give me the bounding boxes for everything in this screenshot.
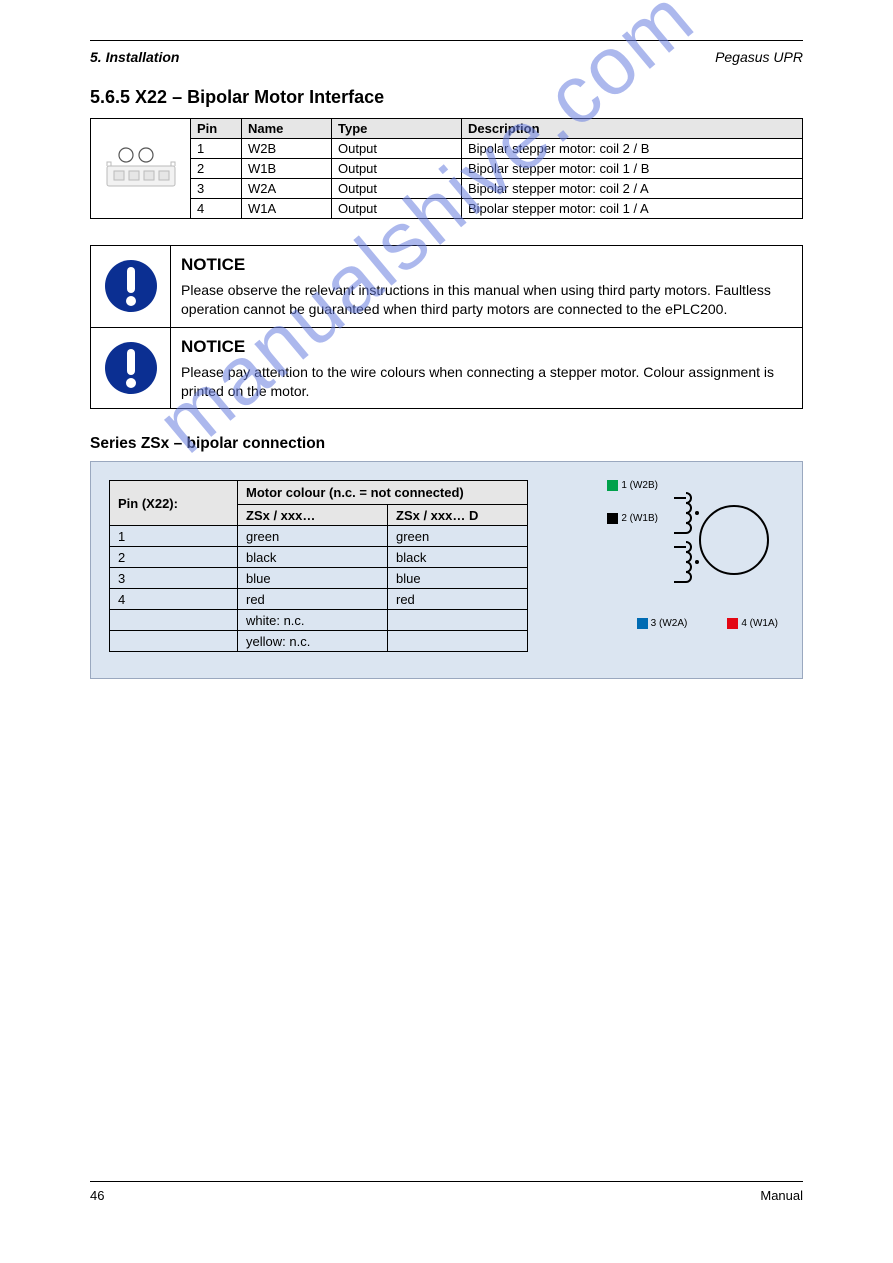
td: blue bbox=[388, 568, 528, 589]
notice-row-2: NOTICE Please pay attention to the wire … bbox=[91, 327, 802, 409]
exclamation-icon bbox=[103, 258, 159, 314]
page-header: 5. Installation Pegasus UPR bbox=[90, 49, 803, 65]
th-pin: Pin bbox=[191, 119, 241, 138]
motor-box: Pin (X22): Motor colour (n.c. = not conn… bbox=[90, 461, 803, 679]
td: black bbox=[238, 547, 388, 568]
notice-body: Please observe the relevant instructions… bbox=[181, 282, 771, 317]
square-black-icon bbox=[607, 513, 618, 524]
td: green bbox=[238, 526, 388, 547]
td: 2 bbox=[191, 158, 241, 178]
section-title: 5.6.5 X22 – Bipolar Motor Interface bbox=[90, 87, 803, 108]
td: blue bbox=[238, 568, 388, 589]
square-green-icon bbox=[607, 480, 618, 491]
td: Bipolar stepper motor: coil 2 / A bbox=[461, 178, 802, 198]
td: W1A bbox=[241, 198, 331, 218]
td: Bipolar stepper motor: coil 1 / A bbox=[461, 198, 802, 218]
td bbox=[388, 631, 528, 652]
table-row: white: n.c. bbox=[110, 610, 528, 631]
th-model2: ZSx / xxx… D bbox=[388, 505, 528, 526]
x22-connector-table: Pin Name Type Description 1 W2B Output B… bbox=[90, 118, 803, 219]
td: Output bbox=[331, 198, 461, 218]
td: red bbox=[238, 589, 388, 610]
header-product: Pegasus UPR bbox=[715, 49, 803, 65]
legend-w1b: 2 (W1B) bbox=[607, 513, 658, 524]
footer-page-number: 46 bbox=[90, 1188, 104, 1203]
table-row: 2 black black bbox=[110, 547, 528, 568]
notice-text-1: NOTICE Please observe the relevant instr… bbox=[171, 246, 802, 327]
td: 4 bbox=[191, 198, 241, 218]
connector-image bbox=[91, 119, 191, 218]
th-name: Name bbox=[241, 119, 331, 138]
connector-icon bbox=[101, 142, 181, 196]
th-pin: Pin (X22): bbox=[110, 481, 238, 526]
notice-table: NOTICE Please observe the relevant instr… bbox=[90, 245, 803, 409]
table-row: 4 red red bbox=[110, 589, 528, 610]
td: 3 bbox=[191, 178, 241, 198]
td: Bipolar stepper motor: coil 2 / B bbox=[461, 138, 802, 158]
notice-row-1: NOTICE Please observe the relevant instr… bbox=[91, 246, 802, 327]
td: Output bbox=[331, 138, 461, 158]
td: W2A bbox=[241, 178, 331, 198]
td: green bbox=[388, 526, 528, 547]
td: 2 bbox=[110, 547, 238, 568]
motor-colour-table: Pin (X22): Motor colour (n.c. = not conn… bbox=[109, 480, 528, 652]
notice-icon bbox=[91, 328, 171, 409]
motor-subtitle: Series ZSx – bipolar connection bbox=[90, 435, 803, 453]
table-row: 3 blue blue bbox=[110, 568, 528, 589]
td: red bbox=[388, 589, 528, 610]
td: black bbox=[388, 547, 528, 568]
td: white: n.c. bbox=[238, 610, 388, 631]
notice-body: Please pay attention to the wire colours… bbox=[181, 364, 774, 399]
td: Bipolar stepper motor: coil 1 / B bbox=[461, 158, 802, 178]
td: 1 bbox=[191, 138, 241, 158]
th-type: Type bbox=[331, 119, 461, 138]
table-row: 1 green green bbox=[110, 526, 528, 547]
th-colour: Motor colour (n.c. = not connected) bbox=[238, 481, 528, 505]
notice-text-2: NOTICE Please pay attention to the wire … bbox=[171, 328, 802, 409]
page-footer: 46 Manual bbox=[90, 1181, 803, 1203]
td bbox=[110, 610, 238, 631]
td: yellow: n.c. bbox=[238, 631, 388, 652]
td: 1 bbox=[110, 526, 238, 547]
legend-w1a: 4 (W1A) bbox=[727, 618, 778, 629]
legend-w2b: 1 (W2B) bbox=[607, 480, 658, 491]
square-red-icon bbox=[727, 618, 738, 629]
footer-label: Manual bbox=[760, 1188, 803, 1203]
td: 4 bbox=[110, 589, 238, 610]
td: W2B bbox=[241, 138, 331, 158]
x22-grid: Pin Name Type Description 1 W2B Output B… bbox=[191, 119, 802, 218]
square-blue-icon bbox=[637, 618, 648, 629]
notice-heading: NOTICE bbox=[181, 336, 245, 359]
td: Output bbox=[331, 178, 461, 198]
td bbox=[388, 610, 528, 631]
motor-coil-icon bbox=[664, 480, 784, 600]
th-desc: Description bbox=[461, 119, 802, 138]
td: Output bbox=[331, 158, 461, 178]
header-section-ref: 5. Installation bbox=[90, 49, 179, 65]
td: W1B bbox=[241, 158, 331, 178]
td bbox=[110, 631, 238, 652]
th-model1: ZSx / xxx… bbox=[238, 505, 388, 526]
table-row: yellow: n.c. bbox=[110, 631, 528, 652]
header-rule bbox=[90, 40, 803, 41]
exclamation-icon bbox=[103, 340, 159, 396]
notice-heading: NOTICE bbox=[181, 254, 245, 277]
td: 3 bbox=[110, 568, 238, 589]
legend-w2a: 3 (W2A) bbox=[637, 618, 688, 629]
notice-icon bbox=[91, 246, 171, 327]
